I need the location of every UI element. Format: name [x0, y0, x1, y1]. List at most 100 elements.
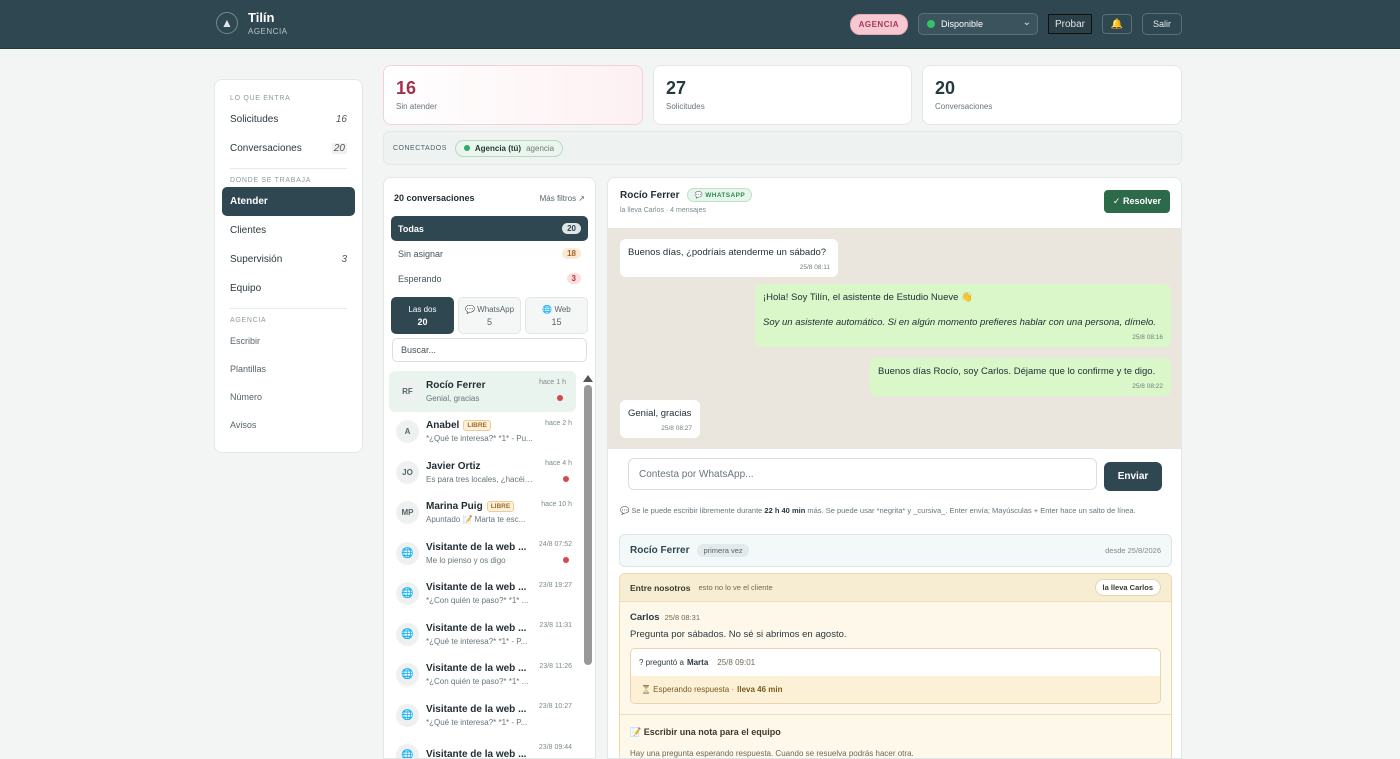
sidebar-item-label: Supervisión: [230, 254, 283, 265]
notes-subtitle: esto no lo ve el cliente: [698, 583, 773, 592]
sidebar-item-equipo[interactable]: Equipo: [222, 274, 355, 303]
scroll-up-icon[interactable]: [583, 375, 593, 382]
question-wait: lleva 46 min: [737, 685, 783, 694]
probar-button[interactable]: Probar: [1047, 14, 1092, 34]
conversation-item[interactable]: 🌐 Visitante de la web ... *¿Qué te inter…: [384, 695, 582, 736]
chevron-down-icon: ⌄: [1022, 17, 1031, 28]
conversation-item[interactable]: JO Javier Ortiz Es para tres locales, ¿h…: [384, 452, 582, 493]
channel-label: WhatsApp: [477, 304, 515, 314]
note-item: Carlos 25/8 08:31 Pregunta por sábados. N…: [620, 602, 1171, 640]
conversation-preview: *¿Con quién te paso?* *1* ...: [426, 677, 529, 687]
sidebar-item-numero[interactable]: Número: [222, 383, 355, 411]
libre-badge: LIBRE: [463, 420, 491, 432]
bell-icon[interactable]: 🔔: [1101, 14, 1132, 34]
resolve-button[interactable]: ✓ Resolver: [1103, 190, 1170, 213]
message-bubble-incoming: Genial, gracias 25/8 08:27: [620, 400, 700, 438]
conversation-preview: Es para tres locales, ¿hacéis ...: [426, 474, 534, 484]
question-recipient: Marta: [686, 658, 709, 667]
sidebar-item-plantillas[interactable]: Plantillas: [222, 355, 355, 383]
conversation-item[interactable]: 🌐 Visitante de la web ... *¿Con quién te…: [384, 655, 582, 696]
conversation-name: Visitante de la web ...: [426, 663, 527, 675]
sidebar-item-avisos[interactable]: Avisos: [222, 411, 355, 439]
reply-input[interactable]: Contesta por WhatsApp...: [628, 458, 1097, 490]
availability-value: Disponible: [940, 19, 983, 29]
conversation-item[interactable]: A Anabel LIBRE *¿Qué te interesa?* *1* - …: [384, 412, 582, 453]
sidebar-item-clientes[interactable]: Clientes: [222, 216, 355, 245]
sidebar-item-label: Equipo: [230, 283, 262, 294]
sidebar-item-solicitudes[interactable]: Solicitudes 16: [222, 105, 355, 134]
whatsapp-icon: 💬: [694, 192, 703, 199]
whatsapp-icon: 💬: [464, 304, 475, 314]
availability-select[interactable]: Disponible ⌄: [917, 13, 1038, 35]
conversation-time: 23/8 11:31: [539, 622, 572, 629]
owner-badge[interactable]: la lleva Carlos: [1094, 579, 1161, 596]
sidebar-item-label: Solicitudes: [230, 114, 279, 125]
channel-tab-whatsapp[interactable]: 💬 WhatsApp 5: [458, 297, 521, 334]
avatar: RF: [396, 379, 419, 403]
sidebar-item-count: 16: [335, 114, 347, 125]
sidebar-item-escribir[interactable]: Escribir: [222, 327, 355, 355]
filter-todas[interactable]: Todas 20: [391, 216, 588, 241]
stat-label: Solicitudes: [666, 102, 705, 111]
avatar: A: [396, 420, 419, 444]
conversation-name: Anabel: [426, 420, 460, 432]
sidebar-item-label: Número: [230, 392, 263, 402]
brand[interactable]: ▲ Tilín AGENCIA: [216, 10, 288, 36]
more-filters-link[interactable]: Más filtros ↗: [540, 194, 585, 203]
conversation-item[interactable]: MP Marina Puig LIBRE Apuntado 📝 Marta te …: [384, 493, 582, 534]
stat-number: 27: [666, 78, 687, 98]
conversation-item[interactable]: 🌐 Visitante de la web ... Me lo pienso y…: [384, 533, 582, 574]
message-text: Buenos días, ¿podríais atenderme un sába…: [628, 247, 827, 258]
chat-subtitle: la lleva Carlos · 4 mensajes: [620, 207, 706, 214]
stat-number: 20: [935, 78, 956, 98]
send-button[interactable]: Enviar: [1104, 462, 1162, 491]
conversation-count-title: 20 conversaciones: [394, 193, 475, 203]
notes-title: Entre nosotros: [630, 582, 691, 593]
connected-label: CONECTADOS: [393, 144, 447, 152]
sidebar-item-label: Atender: [230, 196, 268, 207]
sidebar-item-atender[interactable]: Atender: [222, 187, 355, 216]
logout-button[interactable]: Salir: [1141, 13, 1182, 35]
channel-tab-web[interactable]: 🌐 Web 15: [525, 297, 588, 334]
status-dot-icon: [926, 20, 935, 28]
message-time: 25/8 08:16: [1132, 334, 1163, 341]
conversation-name: Visitante de la web ...: [426, 703, 527, 715]
message-time: 25/8 08:27: [661, 425, 692, 432]
note-time: 25/8 08:31: [664, 613, 701, 622]
client-name: Rocío Ferrer: [630, 545, 690, 556]
unread-dot-icon: [557, 395, 563, 401]
filter-esperando[interactable]: Esperando 3: [391, 266, 588, 291]
sidebar-item-conversaciones[interactable]: Conversaciones 20: [222, 134, 355, 163]
channel-tab-both[interactable]: Las dos 20: [391, 297, 454, 334]
list-scrollbar[interactable]: [583, 375, 593, 758]
globe-icon: 🌐: [396, 622, 419, 646]
sidebar-item-supervision[interactable]: Supervisión 3: [222, 245, 355, 274]
scroll-thumb[interactable]: [584, 385, 592, 665]
globe-icon: 🌐: [396, 703, 419, 727]
stat-card-unattended[interactable]: 16 Sin atender: [383, 65, 643, 125]
online-dot-icon: [463, 145, 470, 151]
avatar: JO: [396, 460, 419, 484]
stat-card-requests[interactable]: 27 Solicitudes: [653, 65, 912, 125]
conversation-preview: Apuntado 📝 Marta te esc...: [426, 515, 526, 525]
conversation-name: Visitante de la web ...: [426, 541, 527, 553]
client-card[interactable]: Rocío Ferrer primera vez desde 25/8/2026: [619, 534, 1172, 567]
chat-panel: Rocío Ferrer 💬 WHATSAPP la lleva Carlos …: [607, 177, 1182, 759]
conversation-item[interactable]: 🌐 Visitante de la web ... *¿Con quién te…: [384, 574, 582, 615]
conversation-preview: Genial, gracias: [426, 393, 480, 403]
conversation-item[interactable]: 🌐 Visitante de la web ... 23/8 09:44: [384, 736, 582, 758]
sidebar-item-label: Clientes: [230, 225, 267, 236]
sidebar-item-label: Plantillas: [230, 364, 267, 374]
write-note-button[interactable]: 📝 Escribir una nota para el equipo: [620, 715, 1171, 738]
conversation-item[interactable]: 🌐 Visitante de la web ... *¿Qué te inter…: [384, 614, 582, 655]
filter-sin-asignar[interactable]: Sin asignar 18: [391, 241, 588, 266]
stat-card-conversations[interactable]: 20 Conversaciones: [922, 65, 1182, 125]
hint-time: 22 h 40 min: [764, 506, 806, 515]
message-area: Buenos días, ¿podríais atenderme un sába…: [608, 228, 1181, 449]
search-input[interactable]: Buscar...: [392, 338, 587, 362]
channel-badge-label: WHATSAPP: [705, 192, 746, 199]
conversation-item[interactable]: RF Rocío Ferrer Genial, gracias hace 1 h: [389, 371, 576, 412]
connected-agent-chip[interactable]: Agencia (tú) agencia: [454, 139, 564, 157]
sidebar-item-count: 20: [331, 143, 347, 154]
conversation-time: 24/8 07:52: [538, 541, 572, 548]
